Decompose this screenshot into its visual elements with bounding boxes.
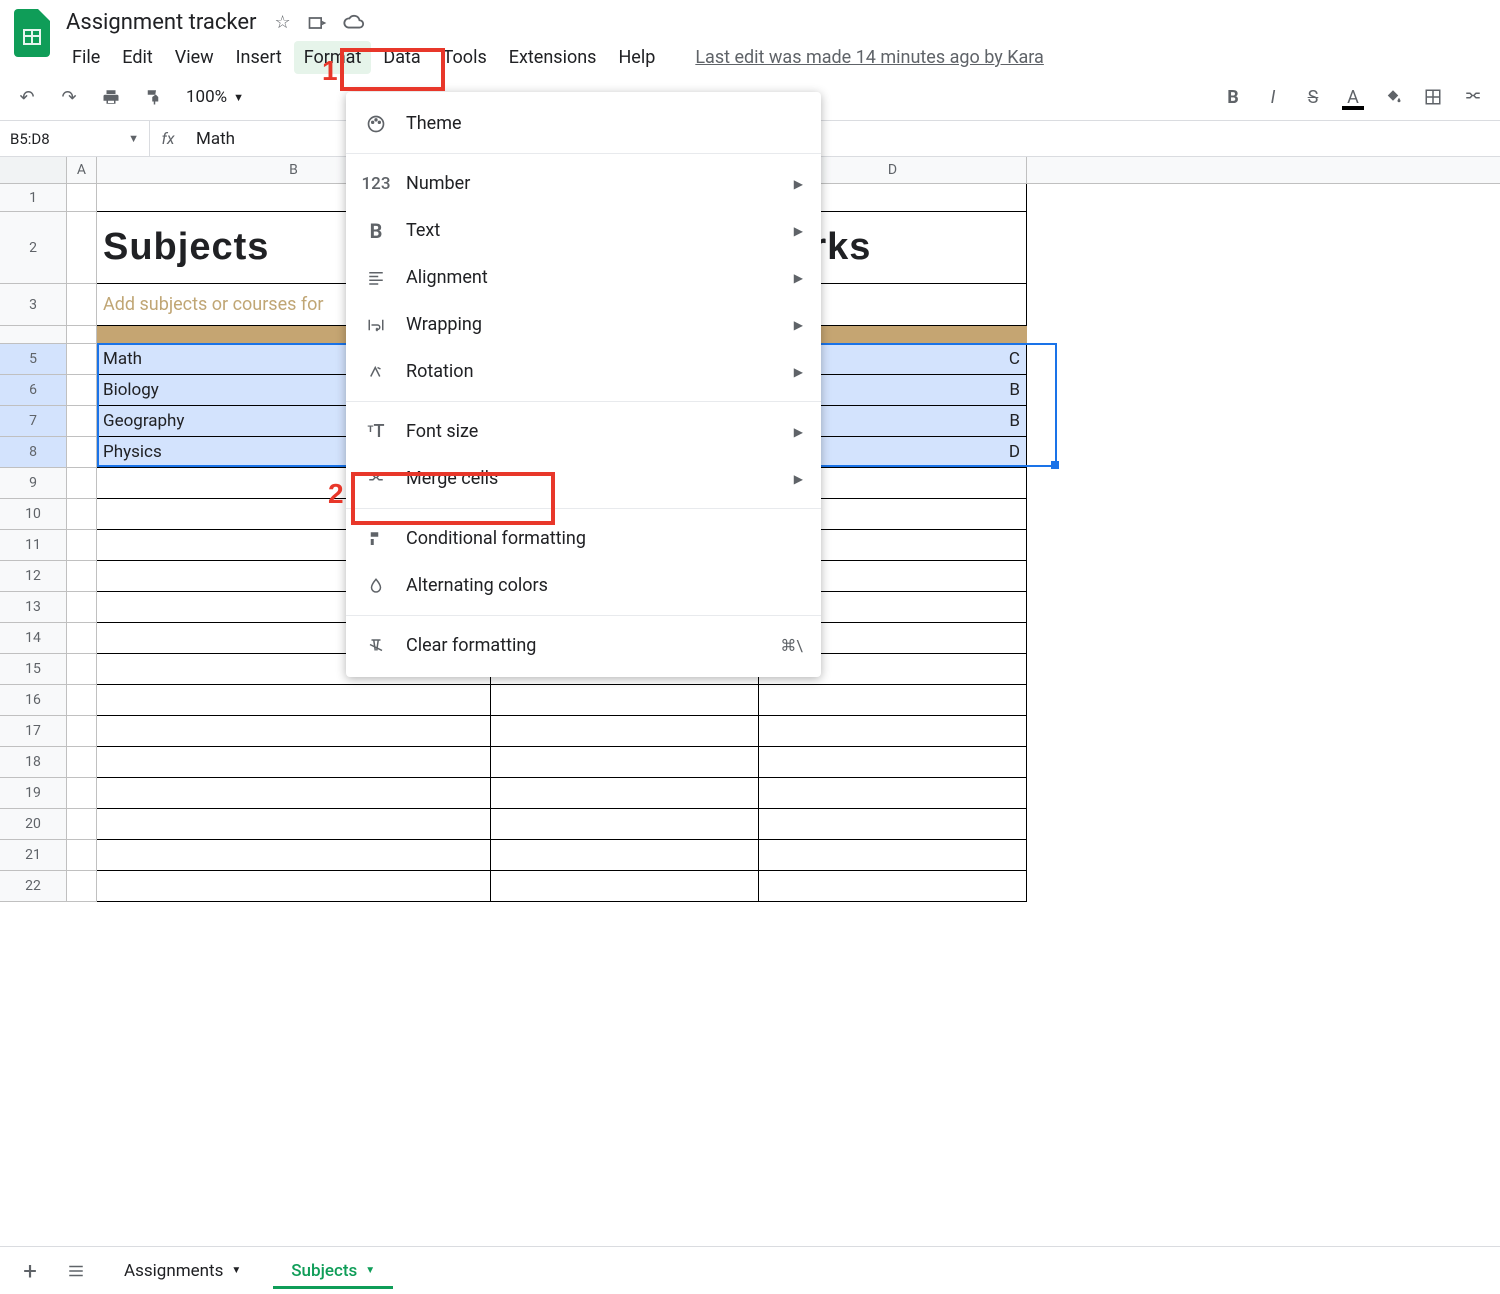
strike-button[interactable]: S: [1296, 80, 1330, 114]
dd-rotation[interactable]: Rotation▶: [346, 348, 821, 395]
dd-text[interactable]: BText▶: [346, 207, 821, 254]
dd-alignment[interactable]: Alignment▶: [346, 254, 821, 301]
text-color-button[interactable]: A: [1336, 80, 1370, 114]
chevron-right-icon: ▶: [794, 472, 803, 486]
zoom-select[interactable]: 100% ▼: [178, 87, 252, 107]
annotation-number-1: 1: [322, 55, 338, 87]
chevron-right-icon: ▶: [794, 365, 803, 379]
chevron-right-icon: ▶: [794, 177, 803, 191]
row-header-18[interactable]: 18: [0, 747, 67, 778]
menu-extensions[interactable]: Extensions: [499, 41, 607, 74]
row-header-19[interactable]: 19: [0, 778, 67, 809]
sheets-logo[interactable]: [12, 8, 52, 58]
doc-title[interactable]: Assignment tracker: [62, 8, 260, 37]
row-header-16[interactable]: 16: [0, 685, 67, 716]
palette-icon: [364, 114, 388, 134]
menu-data[interactable]: Data: [373, 41, 430, 74]
menu-tools[interactable]: Tools: [433, 41, 497, 74]
tab-assignments[interactable]: Assignments▼: [106, 1253, 259, 1289]
row-header-2[interactable]: 2: [0, 212, 67, 284]
row-header-22[interactable]: 22: [0, 871, 67, 902]
borders-button[interactable]: [1416, 80, 1450, 114]
row-header-15[interactable]: 15: [0, 654, 67, 685]
dd-theme[interactable]: Theme: [346, 100, 821, 147]
dd-wrapping[interactable]: Wrapping▶: [346, 301, 821, 348]
wrap-icon: [364, 316, 388, 334]
row-header-20[interactable]: 20: [0, 809, 67, 840]
paint-format-button[interactable]: [136, 80, 170, 114]
align-icon: [364, 269, 388, 287]
row-header-7[interactable]: 7: [0, 406, 67, 437]
row-header-1[interactable]: 1: [0, 184, 67, 212]
print-button[interactable]: [94, 80, 128, 114]
dd-clear[interactable]: Clear formatting⌘\: [346, 622, 821, 669]
menu-file[interactable]: File: [62, 41, 110, 74]
row-header-17[interactable]: 17: [0, 716, 67, 747]
row-header-21[interactable]: 21: [0, 840, 67, 871]
dd-merge[interactable]: Merge cells▶: [346, 455, 821, 502]
fill-color-button[interactable]: [1376, 80, 1410, 114]
row-header-11[interactable]: 11: [0, 530, 67, 561]
redo-button[interactable]: ↷: [52, 80, 86, 114]
name-box[interactable]: B5:D8▼: [0, 121, 150, 156]
row-header-13[interactable]: 13: [0, 592, 67, 623]
all-sheets-button[interactable]: [60, 1255, 92, 1287]
cloud-icon[interactable]: [343, 12, 365, 33]
chevron-right-icon: ▶: [794, 271, 803, 285]
menu-insert[interactable]: Insert: [226, 41, 292, 74]
menu-edit[interactable]: Edit: [112, 41, 162, 74]
select-all-corner[interactable]: [0, 157, 67, 183]
chevron-right-icon: ▶: [794, 318, 803, 332]
chevron-right-icon: ▶: [794, 224, 803, 238]
row-header-6[interactable]: 6: [0, 375, 67, 406]
italic-button[interactable]: I: [1256, 80, 1290, 114]
tab-subjects[interactable]: Subjects▼: [273, 1253, 393, 1289]
row-header-3[interactable]: 3: [0, 284, 67, 326]
row-header-4[interactable]: [0, 326, 67, 344]
merge-button[interactable]: [1456, 80, 1490, 114]
row-header-14[interactable]: 14: [0, 623, 67, 654]
dd-fontsize[interactable]: тTFont size▶: [346, 408, 821, 455]
annotation-number-2: 2: [328, 478, 344, 510]
formula-bar[interactable]: Math: [186, 129, 245, 149]
col-header-a[interactable]: A: [67, 157, 97, 183]
conditional-icon: [364, 530, 388, 548]
droplet-icon: [364, 577, 388, 595]
menu-view[interactable]: View: [165, 41, 224, 74]
merge-icon: [364, 470, 388, 488]
row-header-8[interactable]: 8: [0, 437, 67, 468]
row-header-5[interactable]: 5: [0, 344, 67, 375]
dd-conditional[interactable]: Conditional formatting: [346, 515, 821, 562]
menu-help[interactable]: Help: [608, 41, 665, 74]
chevron-right-icon: ▶: [794, 425, 803, 439]
dd-alternating[interactable]: Alternating colors: [346, 562, 821, 609]
row-header-10[interactable]: 10: [0, 499, 67, 530]
star-icon[interactable]: ☆: [274, 12, 290, 33]
bold-icon: B: [364, 219, 388, 243]
last-edit-link[interactable]: Last edit was made 14 minutes ago by Kar…: [695, 47, 1044, 68]
dd-number[interactable]: 123Number▶: [346, 160, 821, 207]
rotation-icon: [364, 363, 388, 381]
add-sheet-button[interactable]: +: [14, 1255, 46, 1287]
number-icon: 123: [364, 174, 388, 194]
clear-icon: [364, 637, 388, 655]
format-dropdown: Theme 123Number▶ BText▶ Alignment▶ Wrapp…: [346, 92, 821, 677]
undo-button[interactable]: ↶: [10, 80, 44, 114]
fontsize-icon: тT: [364, 421, 388, 442]
bold-button[interactable]: B: [1216, 80, 1250, 114]
row-header-9[interactable]: 9: [0, 468, 67, 499]
move-icon[interactable]: [307, 12, 327, 33]
fx-icon: fx: [150, 129, 186, 148]
row-header-12[interactable]: 12: [0, 561, 67, 592]
